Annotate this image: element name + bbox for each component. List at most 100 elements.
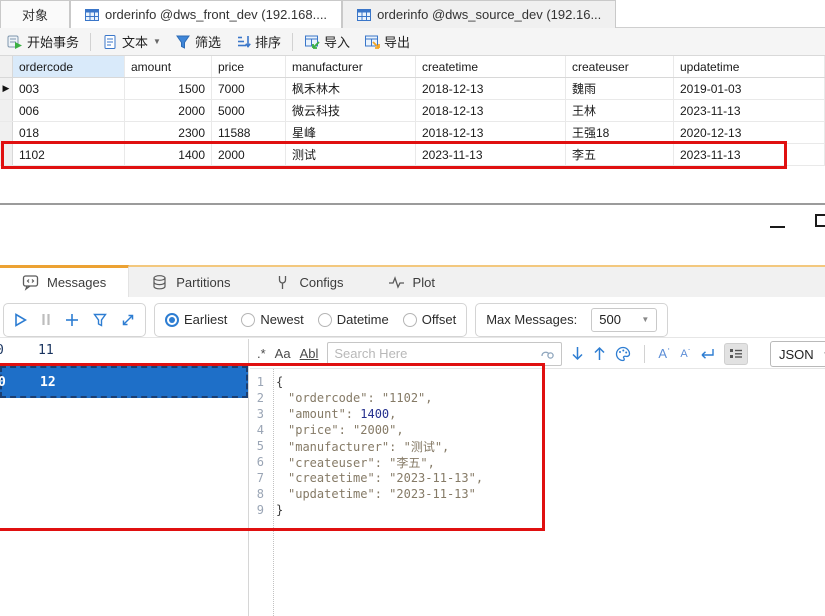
column-header-ordercode[interactable]: ordercode bbox=[13, 56, 125, 77]
expand-button[interactable] bbox=[121, 313, 135, 327]
cell-updatetime[interactable]: 2023-11-13 bbox=[674, 144, 825, 165]
cell-price[interactable]: 7000 bbox=[212, 78, 286, 99]
radio-newest[interactable]: Newest bbox=[241, 312, 303, 327]
search-input[interactable] bbox=[334, 346, 535, 361]
cell-createuser[interactable]: 王强18 bbox=[566, 122, 674, 143]
font-increase-button[interactable]: A˙ bbox=[658, 346, 671, 361]
cell-amount[interactable]: 2000 bbox=[125, 100, 212, 121]
cell-ordercode[interactable]: 018 bbox=[13, 122, 125, 143]
maximize-button[interactable] bbox=[815, 214, 825, 227]
table-row-annotated[interactable]: 1102 1400 2000 测试 2023-11-13 李五 2023-11-… bbox=[0, 144, 825, 166]
tab-orderinfo-front[interactable]: orderinfo @dws_front_dev (192.168.... bbox=[70, 0, 342, 28]
cell-updatetime[interactable]: 2023-11-13 bbox=[674, 100, 825, 121]
whole-word-toggle[interactable]: Abl bbox=[300, 346, 319, 361]
filter-label: 筛选 bbox=[195, 32, 221, 51]
tab-orderinfo-source[interactable]: orderinfo @dws_source_dev (192.16... bbox=[342, 0, 616, 28]
text-view-button[interactable]: 文本 ▼ bbox=[95, 30, 168, 54]
format-select[interactable]: JSON ▼ bbox=[770, 341, 825, 367]
tab-messages[interactable]: Messages bbox=[0, 265, 129, 297]
radio-datetime[interactable]: Datetime bbox=[318, 312, 389, 327]
minimize-button[interactable] bbox=[763, 219, 791, 235]
import-icon bbox=[304, 34, 320, 50]
cell-manufacturer[interactable]: 星峰 bbox=[286, 122, 416, 143]
column-header-price[interactable]: price bbox=[212, 56, 286, 77]
begin-transaction-button[interactable]: 开始事务 bbox=[0, 30, 86, 54]
cell-createuser[interactable]: 李五 bbox=[566, 144, 674, 165]
add-button[interactable] bbox=[65, 313, 79, 327]
word-wrap-button[interactable] bbox=[700, 347, 715, 360]
json-viewer[interactable]: 1 { 2 "ordercode": "1102", 3 "amount": 1… bbox=[250, 369, 825, 616]
format-value: JSON bbox=[779, 347, 814, 362]
tab-configs[interactable]: Configs bbox=[252, 267, 365, 297]
cell-manufacturer[interactable]: 微云科技 bbox=[286, 100, 416, 121]
search-icon[interactable] bbox=[541, 348, 555, 360]
cell-ordercode[interactable]: 1102 bbox=[13, 144, 125, 165]
cell-amount[interactable]: 2300 bbox=[125, 122, 212, 143]
message-row[interactable]: 0 11 bbox=[0, 339, 248, 361]
cell-price[interactable]: 11588 bbox=[212, 122, 286, 143]
find-next-icon[interactable] bbox=[571, 346, 584, 361]
viewer-tab-strip: Messages Partitions Configs bbox=[0, 265, 825, 297]
panel-divider[interactable] bbox=[248, 339, 249, 616]
cell-manufacturer[interactable]: 枫禾林木 bbox=[286, 78, 416, 99]
data-grid: ordercode amount price manufacturer crea… bbox=[0, 56, 825, 170]
chevron-down-icon: ▼ bbox=[641, 315, 649, 324]
cell-amount[interactable]: 1400 bbox=[125, 144, 212, 165]
tab-orderinfo-source-label: orderinfo @dws_source_dev (192.16... bbox=[377, 7, 601, 22]
cell-ordercode[interactable]: 006 bbox=[13, 100, 125, 121]
cell-createuser[interactable]: 王林 bbox=[566, 100, 674, 121]
highlight-palette-icon[interactable] bbox=[615, 346, 631, 362]
offset-mode-group: Earliest Newest Datetime Offset bbox=[154, 303, 467, 337]
radio-earliest[interactable]: Earliest bbox=[165, 312, 227, 327]
sort-button[interactable]: 排序 bbox=[228, 30, 288, 54]
cell-createtime[interactable]: 2018-12-13 bbox=[416, 122, 566, 143]
pause-button[interactable] bbox=[41, 313, 51, 326]
import-button[interactable]: 导入 bbox=[297, 30, 357, 54]
cell-manufacturer[interactable]: 测试 bbox=[286, 144, 416, 165]
table-row[interactable]: 006 2000 5000 微云科技 2018-12-13 王林 2023-11… bbox=[0, 100, 825, 122]
regex-toggle[interactable]: .* bbox=[257, 346, 266, 361]
filter-button[interactable]: 筛选 bbox=[168, 30, 228, 54]
export-label: 导出 bbox=[384, 32, 410, 51]
begin-transaction-label: 开始事务 bbox=[27, 32, 79, 51]
tab-partitions[interactable]: Partitions bbox=[129, 267, 252, 297]
code-line: 5 "manufacturer": "测试", bbox=[250, 438, 825, 454]
cell-createtime[interactable]: 2018-12-13 bbox=[416, 78, 566, 99]
filter-button[interactable] bbox=[93, 313, 107, 327]
max-messages-group: Max Messages: 500 ▼ bbox=[475, 303, 668, 337]
line-number: 8 bbox=[250, 487, 270, 501]
radio-offset[interactable]: Offset bbox=[403, 312, 456, 327]
table-row[interactable]: ▶ 003 1500 7000 枫禾林木 2018-12-13 魏雨 2019-… bbox=[0, 78, 825, 100]
column-header-createtime[interactable]: createtime bbox=[416, 56, 566, 77]
find-previous-icon[interactable] bbox=[593, 346, 606, 361]
column-header-createuser[interactable]: createuser bbox=[566, 56, 674, 77]
column-header-amount[interactable]: amount bbox=[125, 56, 212, 77]
message-row-selected[interactable]: 0 12 bbox=[0, 366, 248, 398]
cell-createtime[interactable]: 2018-12-13 bbox=[416, 100, 566, 121]
font-decrease-button[interactable]: A˙ bbox=[680, 348, 691, 360]
cell-price[interactable]: 5000 bbox=[212, 100, 286, 121]
play-button[interactable] bbox=[14, 313, 27, 327]
cell-amount[interactable]: 1500 bbox=[125, 78, 212, 99]
cell-ordercode[interactable]: 003 bbox=[13, 78, 125, 99]
table-icon bbox=[85, 9, 99, 21]
max-messages-select[interactable]: 500 ▼ bbox=[591, 308, 657, 332]
match-case-toggle[interactable]: Aa bbox=[275, 346, 291, 361]
column-header-manufacturer[interactable]: manufacturer bbox=[286, 56, 416, 77]
cell-createuser[interactable]: 魏雨 bbox=[566, 78, 674, 99]
cell-updatetime[interactable]: 2019-01-03 bbox=[674, 78, 825, 99]
cell-createtime[interactable]: 2023-11-13 bbox=[416, 144, 566, 165]
cell-price[interactable]: 2000 bbox=[212, 144, 286, 165]
partition-value: 0 bbox=[0, 343, 10, 358]
table-row[interactable]: 018 2300 11588 星峰 2018-12-13 王强18 2020-1… bbox=[0, 122, 825, 144]
tab-objects[interactable]: 对象 bbox=[0, 0, 70, 28]
format-lines-button[interactable] bbox=[724, 343, 748, 365]
radio-icon bbox=[165, 313, 179, 327]
tab-objects-label: 对象 bbox=[22, 5, 48, 24]
column-header-updatetime[interactable]: updatetime bbox=[674, 56, 825, 77]
export-button[interactable]: 导出 bbox=[357, 30, 417, 54]
text-file-icon bbox=[102, 34, 118, 50]
cell-updatetime[interactable]: 2020-12-13 bbox=[674, 122, 825, 143]
tab-plot[interactable]: Plot bbox=[366, 267, 457, 297]
current-row-indicator-icon: ▶ bbox=[3, 84, 10, 93]
